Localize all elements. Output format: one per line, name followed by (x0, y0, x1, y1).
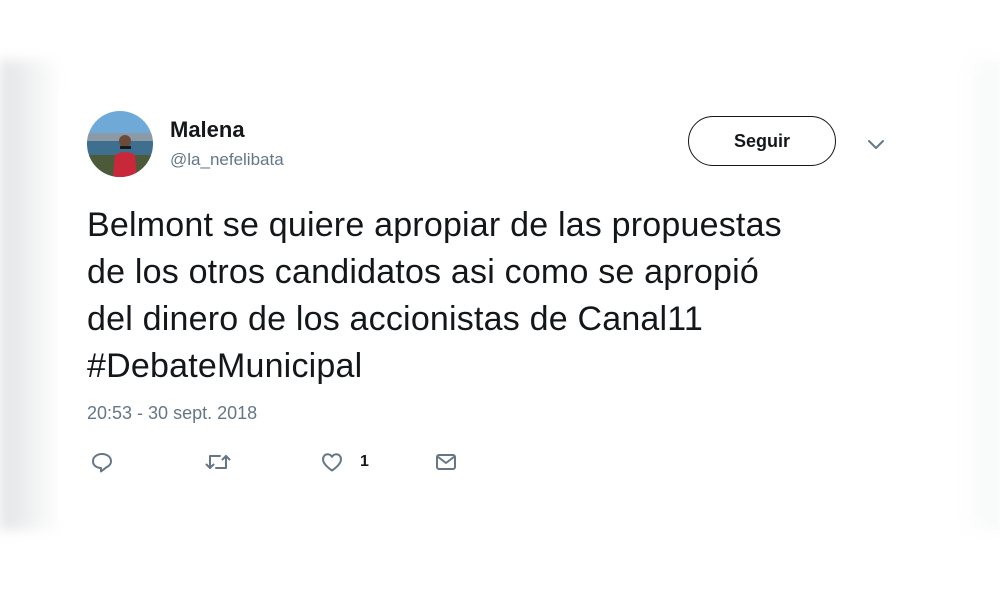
tweet-text-line: Belmont se quiere apropiar de las propue… (87, 206, 782, 244)
tweet-card: Malena @la_nefelibata Seguir Belmont se … (58, 90, 938, 520)
tweet-text-line: de los otros candidatos asi como se apro… (87, 253, 759, 291)
retweet-icon (205, 455, 231, 469)
display-name[interactable]: Malena (170, 117, 245, 143)
avatar[interactable] (87, 111, 153, 177)
reply-button[interactable] (90, 449, 114, 475)
heart-icon (322, 453, 342, 472)
tweet-text: Belmont se quiere apropiar de las propue… (87, 202, 907, 390)
retweet-button[interactable] (204, 449, 232, 475)
envelope-icon (436, 454, 456, 470)
hashtag-link[interactable]: #DebateMunicipal (87, 343, 907, 390)
direct-message-button[interactable] (434, 449, 458, 475)
blurred-background-left (0, 60, 62, 530)
tweet-timestamp[interactable]: 20:53 - 30 sept. 2018 (87, 403, 257, 424)
like-button[interactable]: 1 (320, 449, 369, 475)
like-count: 1 (360, 453, 369, 470)
blurred-background-right (960, 60, 1000, 530)
follow-button[interactable]: Seguir (688, 116, 836, 166)
reply-icon (92, 453, 112, 473)
chevron-down-icon[interactable] (864, 132, 888, 156)
user-handle[interactable]: @la_nefelibata (170, 150, 284, 170)
tweet-text-line: del dinero de los accionistas de Canal11 (87, 300, 703, 338)
profile-photo (87, 111, 153, 177)
